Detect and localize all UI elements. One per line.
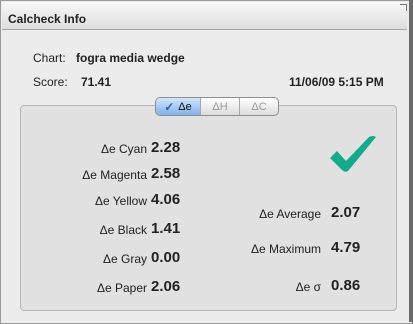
score-value: 71.41	[81, 75, 112, 89]
resize-corner-icon	[400, 4, 407, 11]
metric-label-paper: Δe Paper	[96, 281, 147, 295]
metric-label-black: Δe Black	[99, 223, 147, 237]
timestamp: 11/06/09 5:15 PM	[289, 75, 384, 89]
chart-value: fogra media wedge	[76, 51, 185, 65]
metric-value-average: 2.07	[331, 204, 361, 221]
score-label: Score:	[33, 75, 68, 89]
tab-label: Δe	[178, 100, 192, 113]
metric-label-yellow: Δe Yellow	[94, 194, 147, 208]
tab-label: ΔC	[251, 100, 267, 113]
tab-delta-e[interactable]: ✓ Δe	[156, 98, 201, 115]
checkmark-icon	[330, 136, 376, 172]
metric-value-sigma: 0.86	[331, 277, 361, 294]
metric-label-maximum: Δe Maximum	[250, 242, 321, 256]
tab-delta-h[interactable]: ΔH	[201, 98, 240, 115]
metric-label-magenta: Δe Magenta	[82, 168, 147, 182]
metric-value-cyan: 2.28	[151, 139, 181, 156]
window-title: Calcheck Info	[8, 12, 87, 26]
metric-label-average: Δe Average	[259, 207, 321, 221]
checkmark-icon: ✓	[164, 99, 175, 114]
tab-label: ΔH	[212, 100, 228, 113]
metric-value-black: 1.41	[151, 220, 181, 237]
title-bar: Calcheck Info	[2, 2, 407, 30]
tab-delta-c[interactable]: ΔC	[240, 98, 278, 115]
chart-label: Chart:	[33, 51, 66, 65]
metric-value-yellow: 4.06	[151, 191, 181, 208]
metric-label-gray: Δe Gray	[102, 252, 147, 266]
metric-value-gray: 0.00	[151, 249, 181, 266]
calcheck-info-window: Calcheck Info Chart: fogra media wedge S…	[0, 0, 413, 324]
metric-value-paper: 2.06	[151, 278, 181, 295]
metric-value-magenta: 2.58	[151, 165, 181, 182]
metric-value-maximum: 4.79	[331, 239, 361, 256]
measure-tab-group: ✓ Δe ΔH ΔC	[155, 97, 279, 116]
metric-label-cyan: Δe Cyan	[100, 142, 147, 156]
metric-label-sigma: Δe σ	[295, 280, 321, 294]
window-edge	[409, 0, 413, 322]
